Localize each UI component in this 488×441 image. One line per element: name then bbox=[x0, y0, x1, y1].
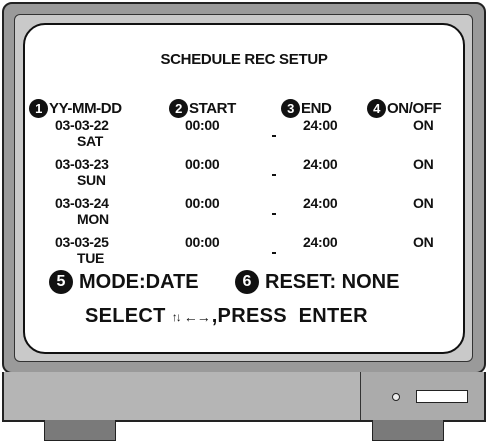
row-end[interactable]: 24:00 bbox=[303, 195, 338, 211]
row-state[interactable]: ON bbox=[413, 195, 434, 211]
range-dash bbox=[272, 213, 276, 215]
press-enter-text: ,PRESS ENTER bbox=[211, 305, 368, 327]
row-date: 03-03-25 bbox=[55, 234, 109, 250]
select-prefix: SELECT bbox=[85, 305, 166, 327]
row-state[interactable]: ON bbox=[413, 156, 434, 172]
reset-setting[interactable]: 6 RESET: NONE bbox=[235, 270, 399, 294]
range-dash bbox=[272, 252, 276, 254]
header-onoff: 4 ON/OFF bbox=[367, 99, 442, 118]
left-right-arrows-icon: ←→ bbox=[183, 308, 211, 325]
marker-2-icon: 2 bbox=[169, 99, 188, 118]
header-end-label: END bbox=[301, 100, 332, 117]
dvr-monitor: SCHEDULE REC SETUP 1 YY-MM-DD 2 START 3 … bbox=[2, 2, 486, 441]
row-day: TUE bbox=[77, 250, 105, 266]
row-end[interactable]: 24:00 bbox=[303, 117, 338, 133]
header-onoff-label: ON/OFF bbox=[387, 100, 442, 117]
row-date: 03-03-23 bbox=[55, 156, 109, 172]
base-left-panel bbox=[4, 372, 137, 420]
power-led-icon bbox=[392, 393, 400, 401]
select-instruction: SELECT ↑↓ ←→ ,PRESS ENTER bbox=[85, 305, 368, 328]
header-date-label: YY-MM-DD bbox=[49, 100, 122, 117]
row-date: 03-03-22 bbox=[55, 117, 109, 133]
header-start: 2 START bbox=[169, 99, 236, 118]
header-date: 1 YY-MM-DD bbox=[29, 99, 122, 118]
range-dash bbox=[272, 174, 276, 176]
row-state[interactable]: ON bbox=[413, 234, 434, 250]
marker-5-icon: 5 bbox=[49, 270, 73, 294]
row-end[interactable]: 24:00 bbox=[303, 234, 338, 250]
schedule-rec-setup-screen: SCHEDULE REC SETUP 1 YY-MM-DD 2 START 3 … bbox=[23, 23, 465, 354]
row-start[interactable]: 00:00 bbox=[185, 195, 220, 211]
monitor-inner-bezel: SCHEDULE REC SETUP 1 YY-MM-DD 2 START 3 … bbox=[14, 14, 473, 362]
row-start[interactable]: 00:00 bbox=[185, 117, 220, 133]
reset-label: RESET: NONE bbox=[265, 270, 400, 293]
row-start[interactable]: 00:00 bbox=[185, 234, 220, 250]
mode-setting[interactable]: 5 MODE:DATE bbox=[49, 270, 199, 294]
up-down-arrows-icon: ↑↓ bbox=[171, 309, 182, 324]
range-dash bbox=[272, 135, 276, 137]
marker-4-icon: 4 bbox=[367, 99, 386, 118]
header-start-label: START bbox=[189, 100, 236, 117]
row-day: SUN bbox=[77, 172, 106, 188]
right-foot bbox=[372, 420, 444, 441]
marker-6-icon: 6 bbox=[235, 270, 259, 294]
mode-label: MODE:DATE bbox=[79, 270, 199, 293]
left-foot bbox=[44, 420, 116, 441]
monitor-bezel: SCHEDULE REC SETUP 1 YY-MM-DD 2 START 3 … bbox=[2, 2, 486, 374]
header-end: 3 END bbox=[281, 99, 332, 118]
marker-3-icon: 3 bbox=[281, 99, 300, 118]
base-center-panel bbox=[136, 372, 361, 420]
row-date: 03-03-24 bbox=[55, 195, 109, 211]
row-day: MON bbox=[77, 211, 109, 227]
disc-slot-icon bbox=[416, 390, 468, 403]
row-state[interactable]: ON bbox=[413, 117, 434, 133]
marker-1-icon: 1 bbox=[29, 99, 48, 118]
row-end[interactable]: 24:00 bbox=[303, 156, 338, 172]
row-day: SAT bbox=[77, 133, 104, 149]
monitor-base bbox=[2, 372, 486, 422]
screen-title: SCHEDULE REC SETUP bbox=[160, 51, 328, 68]
row-start[interactable]: 00:00 bbox=[185, 156, 220, 172]
